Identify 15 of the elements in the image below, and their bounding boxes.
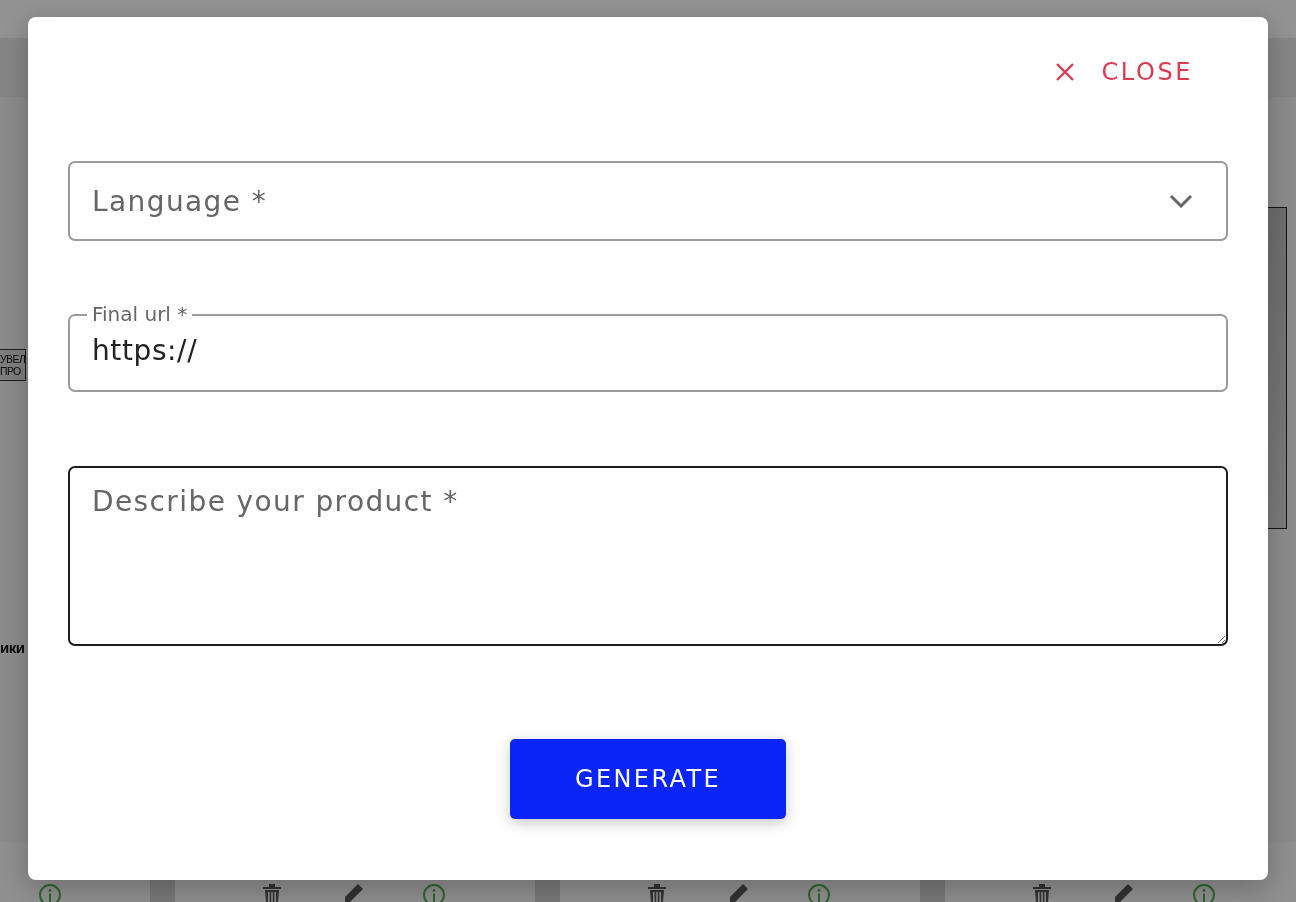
trash-icon[interactable] (645, 882, 669, 902)
info-icon[interactable] (422, 882, 446, 902)
trash-icon[interactable] (1030, 882, 1054, 902)
generate-button[interactable]: GENERATE (510, 739, 786, 819)
trash-icon[interactable] (260, 882, 284, 902)
close-icon (1055, 62, 1076, 82)
page-heading: ики (0, 639, 25, 657)
description-textarea[interactable]: Describe your product * (68, 466, 1228, 646)
info-icon[interactable] (38, 882, 62, 902)
info-icon[interactable] (1192, 882, 1216, 902)
chevron-down-icon (1169, 194, 1193, 208)
info-icon[interactable] (807, 882, 831, 902)
page-badge: УВЕЛ ПРО (0, 349, 27, 382)
language-select[interactable]: Language * (68, 161, 1228, 241)
close-button[interactable]: CLOSE (1053, 52, 1201, 92)
